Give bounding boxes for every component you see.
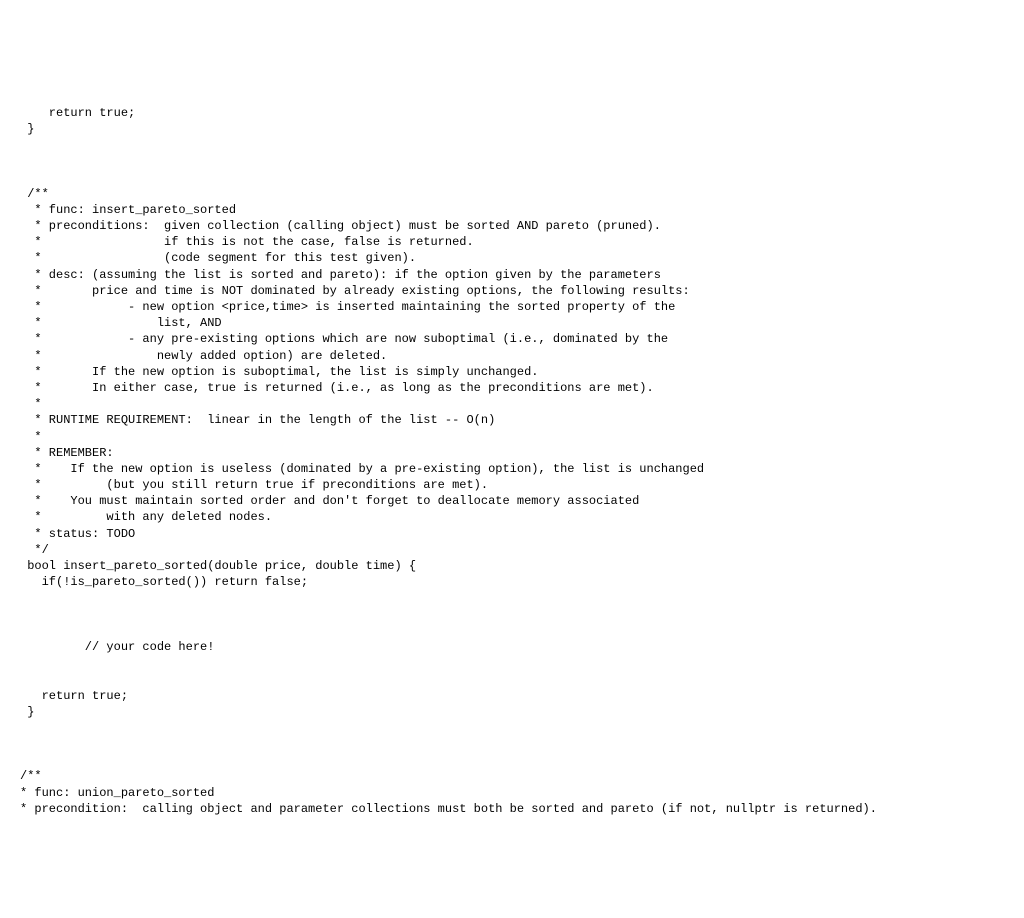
- code-line: *: [20, 397, 42, 411]
- code-line: return true;: [20, 106, 135, 120]
- code-line: * list, AND: [20, 316, 222, 330]
- code-line: }: [20, 122, 34, 136]
- code-line: *: [20, 430, 42, 444]
- code-line: * REMEMBER:: [20, 446, 128, 460]
- code-line: * preconditions: given collection (calli…: [20, 219, 661, 233]
- code-line: * (but you still return true if precondi…: [20, 478, 488, 492]
- code-line: * desc: (assuming the list is sorted and…: [20, 268, 661, 282]
- code-line: /**: [20, 769, 42, 783]
- code-line: * if this is not the case, false is retu…: [20, 235, 474, 249]
- code-line: * precondition: calling object and param…: [20, 802, 877, 816]
- code-line: * func: union_pareto_sorted: [20, 786, 214, 800]
- code-line: * status: TODO: [20, 527, 135, 541]
- code-line: // your code here!: [20, 640, 214, 654]
- code-line: * In either case, true is returned (i.e.…: [20, 381, 654, 395]
- code-line: * - any pre-existing options which are n…: [20, 332, 668, 346]
- code-line: * You must maintain sorted order and don…: [20, 494, 639, 508]
- code-line: * with any deleted nodes.: [20, 510, 272, 524]
- code-line: bool insert_pareto_sorted(double price, …: [20, 559, 416, 573]
- code-line: * If the new option is suboptimal, the l…: [20, 365, 538, 379]
- code-line: * newly added option) are deleted.: [20, 349, 387, 363]
- code-line: * (code segment for this test given).: [20, 251, 416, 265]
- code-line: * func: insert_pareto_sorted: [20, 203, 236, 217]
- code-line: * - new option <price,time> is inserted …: [20, 300, 675, 314]
- code-line: /**: [20, 187, 49, 201]
- code-line: * If the new option is useless (dominate…: [20, 462, 704, 476]
- code-line: }: [20, 705, 34, 719]
- code-line: */: [20, 543, 49, 557]
- code-line: * RUNTIME REQUIREMENT: linear in the len…: [20, 413, 495, 427]
- code-line: return true;: [20, 689, 128, 703]
- code-line: * price and time is NOT dominated by alr…: [20, 284, 690, 298]
- code-line: if(!is_pareto_sorted()) return false;: [20, 575, 308, 589]
- code-listing: return true; } /** * func: insert_pareto…: [20, 105, 1004, 817]
